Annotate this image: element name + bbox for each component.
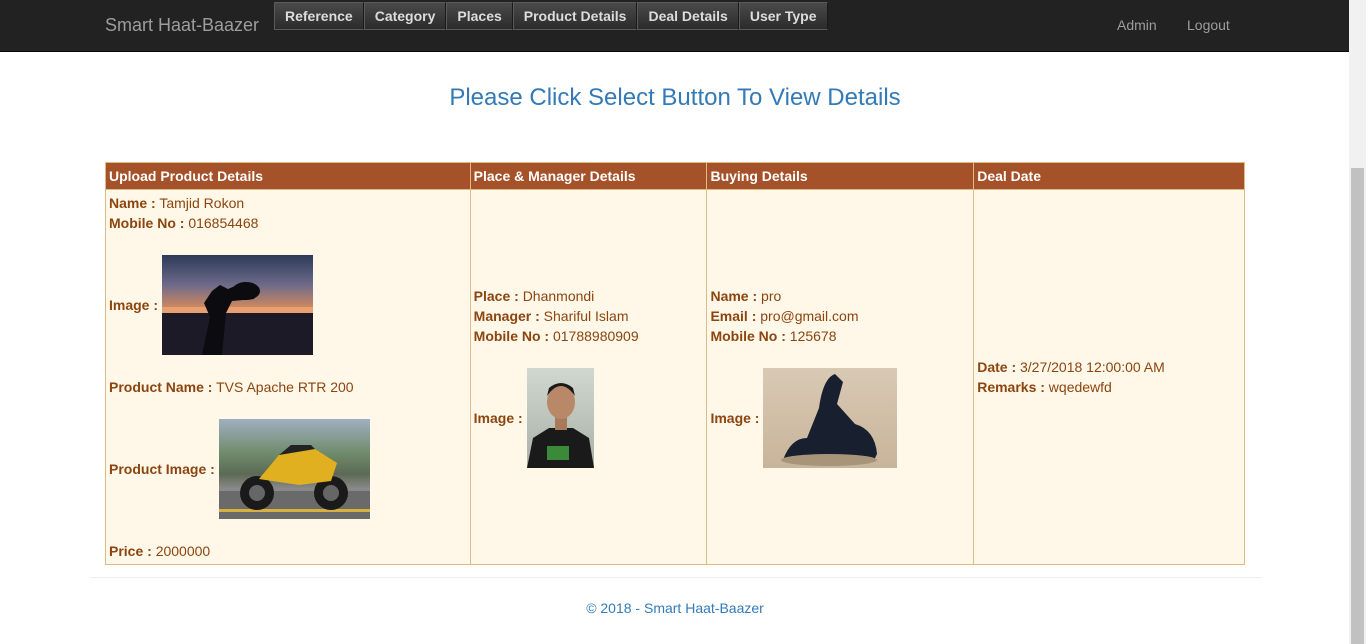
manager-label: Manager : (473, 308, 540, 324)
buyer-email-label: Email : (710, 308, 757, 324)
deal-date-value: 3/27/2018 12:00:00 AM (1020, 359, 1165, 375)
silhouette-figure-icon (162, 282, 314, 355)
buyer-name-label: Name : (710, 288, 758, 304)
table-row: Name : Tamjid Rokon Mobile No : 01685446… (105, 189, 1245, 565)
menu-item-category[interactable]: Category (363, 2, 447, 30)
column-header-place: Place & Manager Details (469, 162, 708, 190)
table-header-row: Upload Product Details Place & Manager D… (105, 162, 1245, 190)
product-image-label: Product Image : (109, 461, 215, 477)
place-value: Dhanmondi (522, 288, 595, 304)
deal-date-label: Date : (977, 359, 1017, 375)
scrollbar-thumb[interactable] (1351, 168, 1364, 644)
footer-divider (90, 577, 1262, 578)
brand-link[interactable]: Smart Haat-Baazer (105, 15, 259, 36)
mobile-label: Mobile No : (109, 215, 185, 231)
product-image (218, 419, 370, 519)
buyer-name: pro (761, 288, 782, 304)
upload-cell: Name : Tamjid Rokon Mobile No : 01685446… (105, 189, 471, 565)
deal-details-table: Upload Product Details Place & Manager D… (105, 162, 1245, 565)
image-label: Image : (109, 297, 159, 313)
menu-item-deal-details[interactable]: Deal Details (637, 2, 739, 30)
product-name-label: Product Name : (109, 379, 213, 395)
place-label: Place : (473, 288, 519, 304)
deal-date-cell: Date : 3/27/2018 12:00:00 AM Remarks : w… (973, 189, 1245, 565)
person-icon (526, 383, 594, 468)
page-heading: Please Click Select Button To View Detai… (449, 84, 901, 111)
buyer-mobile-label: Mobile No : (710, 328, 786, 344)
motorcycle-icon (218, 445, 370, 519)
main-menu: Reference Category Places Product Detail… (274, 2, 828, 30)
buyer-mobile: 125678 (789, 328, 837, 344)
column-header-buying: Buying Details (706, 162, 975, 190)
top-navbar: Smart Haat-Baazer Reference Category Pla… (0, 0, 1350, 52)
menu-item-product-details[interactable]: Product Details (512, 2, 638, 30)
remarks-label: Remarks : (977, 379, 1045, 395)
uploader-image (162, 255, 314, 355)
name-label: Name : (109, 195, 156, 211)
buyer-image-label: Image : (710, 410, 760, 426)
uploader-mobile: 016854468 (188, 215, 259, 231)
manager-mobile: 01788980909 (552, 328, 639, 344)
buying-cell: Name : pro Email : pro@gmail.com Mobile … (706, 189, 975, 565)
buyer-image (763, 368, 898, 468)
footer-text: © 2018 - Smart Haat-Baazer (586, 600, 764, 616)
column-header-upload: Upload Product Details (105, 162, 471, 190)
menu-item-user-type[interactable]: User Type (738, 2, 828, 30)
menu-item-places[interactable]: Places (446, 2, 513, 30)
place-cell: Place : Dhanmondi Manager : Shariful Isl… (469, 189, 708, 565)
price-label: Price : (109, 543, 152, 559)
remarks-value: wqedewfd (1048, 379, 1112, 395)
product-name: TVS Apache RTR 200 (216, 379, 354, 395)
buyer-email: pro@gmail.com (760, 308, 859, 324)
admin-link[interactable]: Admin (1117, 17, 1157, 33)
vertical-scrollbar[interactable] (1349, 0, 1366, 644)
sculpture-icon (781, 374, 878, 466)
manager-value: Shariful Islam (543, 308, 629, 324)
column-header-deal-date: Deal Date (973, 162, 1245, 190)
logout-link[interactable]: Logout (1187, 17, 1230, 33)
manager-image (526, 368, 594, 468)
price-value: 2000000 (155, 543, 211, 559)
manager-image-label: Image : (473, 410, 523, 426)
uploader-name: Tamjid Rokon (159, 195, 245, 211)
manager-mobile-label: Mobile No : (473, 328, 550, 344)
menu-item-reference[interactable]: Reference (274, 2, 364, 30)
